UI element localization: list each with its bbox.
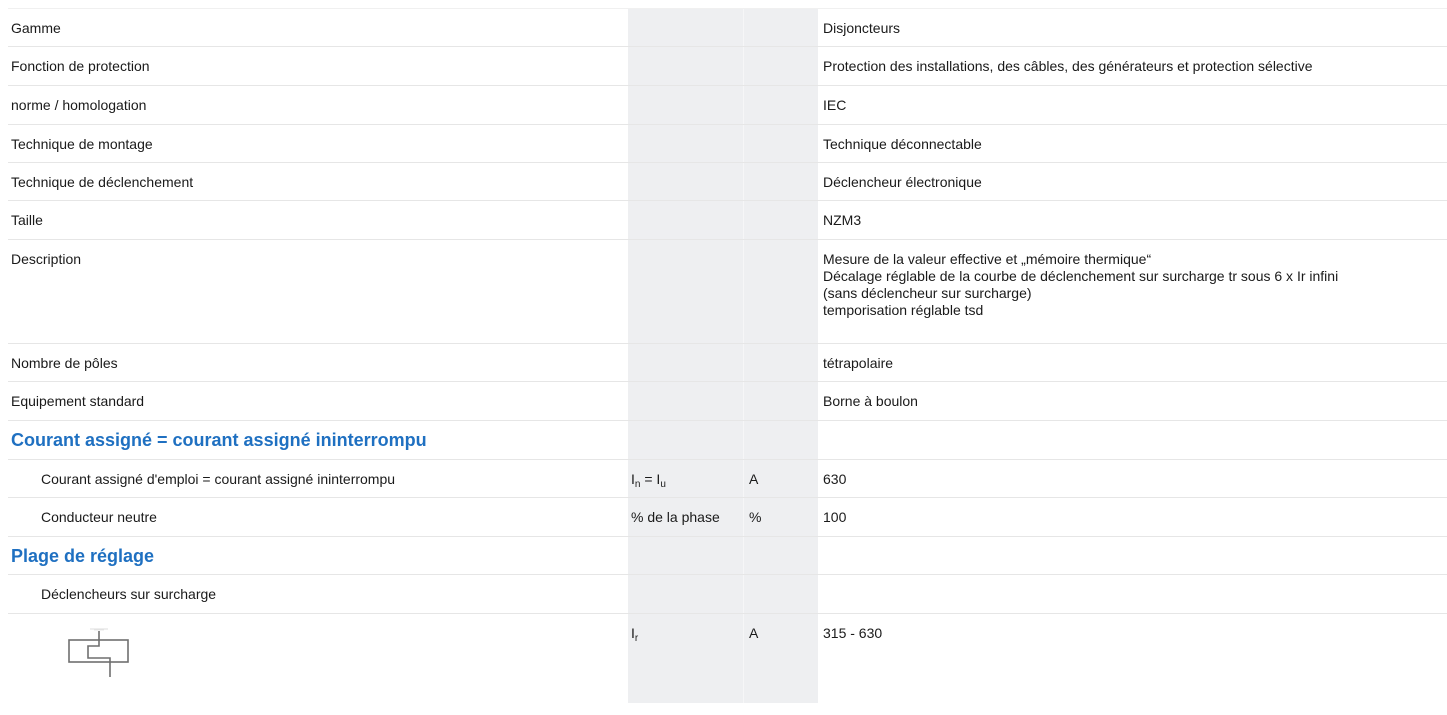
row-label: Taille	[11, 212, 43, 228]
row-label: norme / homologation	[11, 97, 147, 113]
row-value: 100	[823, 509, 847, 525]
unit-cell	[743, 421, 818, 459]
symbol-cell: In = Iu	[628, 460, 743, 497]
symbol-cell	[628, 240, 743, 343]
row-value: Disjoncteurs	[823, 20, 901, 36]
row-label: Equipement standard	[11, 393, 145, 409]
symbol-cell	[628, 201, 743, 239]
row-value: Technique déconnectable	[823, 136, 982, 152]
section-header-courant: Courant assigné = courant assigné ininte…	[8, 420, 1447, 459]
unit-cell	[743, 201, 818, 239]
symbol-subscript: r	[634, 633, 639, 644]
spec-row-poles: Nombre de pôles tétrapolaire	[8, 343, 1447, 381]
unit-cell	[743, 9, 818, 46]
spec-row-montage: Technique de montage Technique déconnect…	[8, 124, 1447, 162]
spec-row-ir: Ir A 315 - 630	[8, 613, 1447, 703]
symbol-cell	[628, 344, 743, 381]
description-line: (sans déclencheur sur surcharge)	[823, 285, 1032, 301]
row-value: Protection des installations, des câbles…	[823, 58, 1313, 74]
section-title: Plage de réglage	[11, 546, 155, 566]
unit-cell	[743, 382, 818, 420]
unit-cell	[743, 163, 818, 200]
spec-row-taille: Taille NZM3	[8, 200, 1447, 239]
unit-cell	[743, 86, 818, 124]
spec-row-norme: norme / homologation IEC	[8, 85, 1447, 124]
row-label: Conducteur neutre	[41, 509, 157, 525]
spec-row-courant-emploi: Courant assigné d'emploi = courant assig…	[8, 459, 1447, 497]
symbol-cell: Ir	[628, 614, 743, 703]
spec-row-declencheurs-surcharge: Déclencheurs sur surcharge	[8, 574, 1447, 613]
unit-cell: %	[743, 498, 818, 536]
symbol-subscript: u	[660, 479, 666, 490]
row-label: Courant assigné d'emploi = courant assig…	[41, 471, 396, 487]
row-value: tétrapolaire	[823, 355, 894, 371]
spec-row-neutre: Conducteur neutre % de la phase % 100	[8, 497, 1447, 536]
symbol-text: = I	[640, 471, 661, 487]
row-value: Mesure de la valeur effective et „mémoir…	[818, 240, 1447, 343]
row-value: NZM3	[823, 212, 862, 228]
unit-cell: A	[743, 460, 818, 497]
symbol-cell	[628, 163, 743, 200]
symbol-cell	[628, 47, 743, 85]
overload-release-symbol-icon	[68, 628, 129, 677]
spec-row-equipement: Equipement standard Borne à boulon	[8, 381, 1447, 420]
symbol-cell	[628, 575, 743, 613]
row-label: Fonction de protection	[11, 58, 150, 74]
symbol-cell: % de la phase	[628, 498, 743, 536]
row-label: Technique de montage	[11, 136, 153, 152]
section-title: Courant assigné = courant assigné ininte…	[11, 430, 427, 450]
row-label: Déclencheurs sur surcharge	[41, 586, 217, 602]
description-line: Mesure de la valeur effective et „mémoir…	[823, 251, 1152, 267]
row-label: Description	[11, 251, 82, 267]
symbol-cell	[628, 537, 743, 574]
unit-cell	[743, 575, 818, 613]
symbol-cell	[628, 86, 743, 124]
spec-row-fonction: Fonction de protection Protection des in…	[8, 46, 1447, 85]
row-value: 315 - 630	[823, 625, 883, 641]
symbol-cell	[628, 421, 743, 459]
symbol-cell	[628, 125, 743, 162]
row-label: Technique de déclenchement	[11, 174, 194, 190]
unit-cell	[743, 537, 818, 574]
unit-cell: A	[743, 614, 818, 703]
row-label: Gamme	[11, 20, 61, 36]
spec-row-gamme: Gamme Disjoncteurs	[8, 8, 1447, 46]
spec-table: Gamme Disjoncteurs Fonction de protectio…	[8, 8, 1447, 703]
symbol-cell	[628, 382, 743, 420]
unit-cell	[743, 240, 818, 343]
row-value: 630	[823, 471, 847, 487]
symbol-cell	[628, 9, 743, 46]
spec-row-declenchement: Technique de déclenchement Déclencheur é…	[8, 162, 1447, 200]
spec-row-description: Description Mesure de la valeur effectiv…	[8, 239, 1447, 343]
unit-cell	[743, 125, 818, 162]
description-line: temporisation réglable tsd	[823, 302, 984, 318]
icon-cell	[8, 614, 628, 703]
row-value: Borne à boulon	[823, 393, 918, 409]
row-label: Nombre de pôles	[11, 355, 118, 371]
section-header-plage: Plage de réglage	[8, 536, 1447, 574]
description-line: Décalage réglable de la courbe de déclen…	[823, 268, 1339, 284]
row-value: IEC	[823, 97, 847, 113]
unit-cell	[743, 344, 818, 381]
row-value: Déclencheur électronique	[823, 174, 982, 190]
unit-cell	[743, 47, 818, 85]
